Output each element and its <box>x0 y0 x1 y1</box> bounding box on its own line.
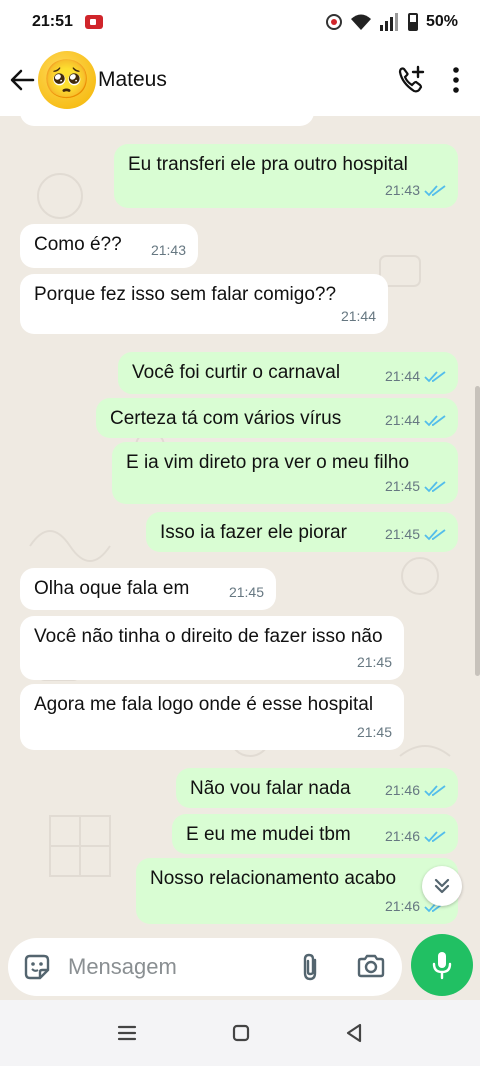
status-icons: 50% <box>325 13 458 31</box>
message-text: Isso ia fazer ele piorar <box>160 522 347 543</box>
message-bubble-outgoing[interactable]: Você foi curtir o carnaval 21:44 <box>118 352 458 394</box>
message-time: 21:43 <box>150 242 186 258</box>
message-time: 21:43 <box>384 182 420 198</box>
message-text: E ia vim direto pra ver o meu filho <box>126 452 410 473</box>
recording-dot-icon <box>325 14 342 30</box>
read-ticks-icon <box>424 528 446 540</box>
home-icon[interactable] <box>232 1024 250 1042</box>
message-time: 21:46 <box>384 898 420 914</box>
avatar[interactable]: 🥺 <box>38 51 96 109</box>
message-time: 21:45 <box>384 478 420 494</box>
message-text: Você foi curtir o carnaval <box>132 362 341 383</box>
more-options-icon[interactable] <box>452 67 460 93</box>
message-text: Eu transferi ele pra outro hospital <box>128 154 408 175</box>
message-text: Você não tinha o direito de fazer isso n… <box>34 626 383 647</box>
message-time: 21:45 <box>384 526 420 542</box>
message-bubble-outgoing[interactable]: Não vou falar nada 21:46 <box>176 768 458 808</box>
message-time: 21:45 <box>356 724 392 740</box>
message-time: 21:46 <box>384 828 420 844</box>
microphone-icon <box>432 952 452 980</box>
add-call-icon[interactable] <box>396 65 426 95</box>
battery-icon <box>407 13 418 31</box>
screen-record-icon <box>84 15 103 29</box>
message-text: Olha oque fala em <box>34 578 190 599</box>
message-text: E eu me mudei tbm <box>186 824 351 845</box>
signal-icon <box>379 13 398 31</box>
header-actions <box>396 65 480 95</box>
message-time: 21:44 <box>340 308 376 324</box>
message-text: Agora me fala logo onde é esse hospital <box>34 694 374 715</box>
status-time: 21:51 <box>32 13 73 30</box>
message-bubble-outgoing[interactable]: Isso ia fazer ele piorar 21:45 <box>146 512 458 552</box>
message-time: 21:45 <box>228 584 264 600</box>
read-ticks-icon <box>424 830 446 842</box>
read-ticks-icon <box>424 784 446 796</box>
recent-apps-icon[interactable] <box>117 1024 137 1042</box>
message-bubble-outgoing[interactable]: Eu transferi ele pra outro hospital 21:4… <box>114 144 458 208</box>
sticker-icon[interactable] <box>22 952 52 982</box>
message-input[interactable] <box>68 954 268 980</box>
message-bubble-incoming[interactable]: Agora me fala logo onde é esse hospital … <box>20 684 404 750</box>
message-bubble-incoming[interactable]: Como é?? 21:43 <box>20 224 198 268</box>
read-ticks-icon <box>424 184 446 196</box>
read-ticks-icon <box>424 480 446 492</box>
message-text: Como é?? <box>34 234 122 255</box>
attach-icon[interactable] <box>298 952 322 982</box>
message-bubble-outgoing[interactable]: E ia vim direto pra ver o meu filho 21:4… <box>112 442 458 504</box>
message-bubble-incoming[interactable]: Você não tinha o direito de fazer isso n… <box>20 616 404 680</box>
message-bubble-incoming[interactable]: Porque fez isso sem falar comigo?? 21:44 <box>20 274 388 334</box>
message-time: 21:45 <box>356 654 392 670</box>
chat-header: 🥺 Mateus <box>0 44 480 116</box>
message-bubble-incoming[interactable]: Olha oque fala em 21:45 <box>20 568 276 610</box>
back-icon[interactable] <box>345 1023 363 1043</box>
partial-message <box>20 116 314 126</box>
message-input-pill <box>8 938 402 996</box>
read-ticks-icon <box>424 414 446 426</box>
contact-name[interactable]: Mateus <box>98 68 167 92</box>
camera-icon[interactable] <box>356 952 386 980</box>
message-text: Não vou falar nada <box>190 778 351 799</box>
scrollbar[interactable] <box>475 386 480 676</box>
wifi-icon <box>350 14 371 30</box>
message-time: 21:44 <box>384 412 420 428</box>
voice-record-button[interactable] <box>411 934 473 996</box>
message-bubble-outgoing[interactable]: Certeza tá com vários vírus 21:44 <box>96 398 458 438</box>
double-chevron-down-icon <box>434 878 450 894</box>
status-bar: 21:51 50% <box>0 0 480 44</box>
message-time: 21:46 <box>384 782 420 798</box>
back-arrow-icon[interactable] <box>8 66 36 94</box>
battery-percent: 50% <box>425 13 458 30</box>
message-time: 21:44 <box>384 368 420 384</box>
message-text: Nosso relacionamento acabo <box>150 868 397 889</box>
message-bubble-outgoing[interactable]: Nosso relacionamento acabo 21:46 <box>136 858 458 924</box>
message-text: Certeza tá com vários vírus <box>110 408 342 429</box>
message-bubble-outgoing[interactable]: E eu me mudei tbm 21:46 <box>172 814 458 854</box>
chat-area[interactable]: Eu transferi ele pra outro hospital 21:4… <box>0 116 480 938</box>
message-text: Porque fez isso sem falar comigo?? <box>34 284 337 305</box>
scroll-to-bottom-button[interactable] <box>422 866 462 906</box>
read-ticks-icon <box>424 370 446 382</box>
system-nav-bar <box>0 1000 480 1066</box>
composer <box>0 934 480 1000</box>
